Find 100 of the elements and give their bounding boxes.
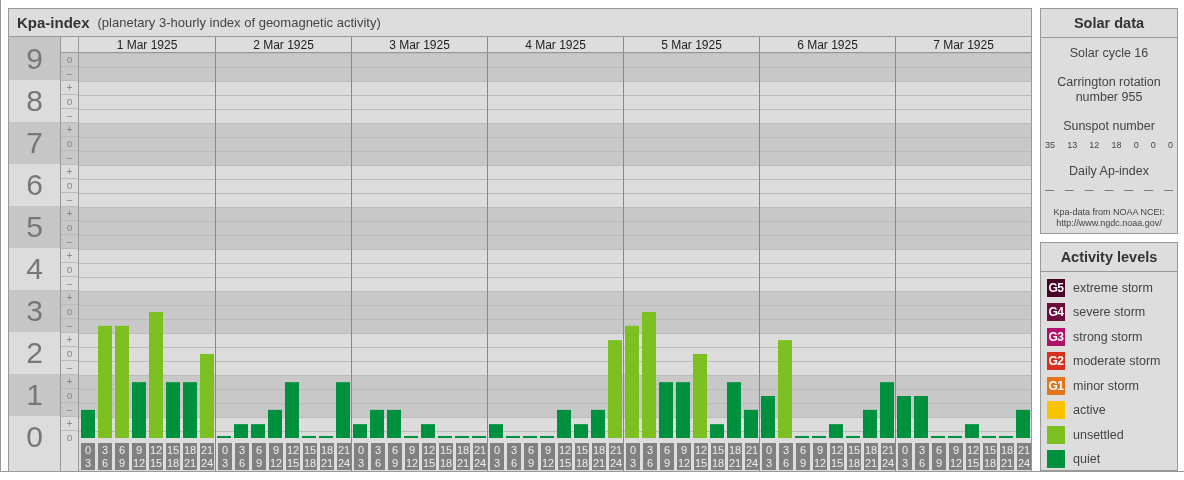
hour-label: 0 3 [626, 443, 640, 470]
hour-label: 3 6 [371, 443, 385, 470]
level-swatch: G1 [1047, 376, 1065, 395]
hour-label: 9 12 [949, 443, 963, 470]
panel-title: Activity levels [1041, 242, 1177, 272]
day-label: 7 Mar 1925 [933, 37, 994, 52]
sunspot-value: 13 [1067, 140, 1078, 150]
source-note: Kpa-data from NOAA NCEI: [1053, 207, 1165, 218]
hour-label: 0 3 [81, 443, 95, 470]
level-label: unsettled [1073, 427, 1124, 442]
hour-label: 9 12 [269, 443, 283, 470]
day-label: 2 Mar 1925 [253, 37, 314, 52]
level-swatch: G2 [1047, 352, 1065, 370]
axis-label: 1 [9, 374, 60, 416]
hour-label: 18 21 [592, 443, 606, 470]
hour-label: 3 6 [915, 443, 929, 470]
tick-mark: + [61, 333, 78, 347]
hour-label: 21 24 [609, 443, 623, 470]
tick-mark: + [61, 123, 78, 137]
hour-label: 9 12 [132, 443, 146, 470]
ap-value: — [1144, 185, 1154, 195]
tick-mark: – [61, 403, 78, 417]
level-swatch: G5 [1047, 278, 1065, 297]
hour-label: 15 18 [983, 443, 997, 470]
sunspot-value: 0 [1133, 140, 1139, 150]
hour-label: 9 12 [813, 443, 827, 470]
hour-label: 0 3 [898, 443, 912, 470]
hour-label: 3 6 [643, 443, 657, 470]
tick-mark: + [61, 207, 78, 221]
day-label: 3 Mar 1925 [389, 37, 450, 52]
level-swatch: G4 [1047, 303, 1065, 321]
ap-value: — [1163, 185, 1173, 195]
tick-mark: + [61, 375, 78, 389]
hour-label: 3 6 [235, 443, 249, 470]
level-label: extreme storm [1073, 280, 1153, 295]
axis-label: 3 [9, 290, 60, 332]
ap-value: — [1064, 185, 1074, 195]
hour-label: 21 24 [337, 443, 351, 470]
level-label: moderate storm [1073, 354, 1161, 368]
hour-label: 3 6 [507, 443, 521, 470]
hour-label: 15 18 [847, 443, 861, 470]
level-label: minor storm [1073, 378, 1139, 393]
level-swatch: G3 [1047, 327, 1065, 346]
level-label: active [1073, 403, 1106, 417]
hour-label: 3 6 [98, 443, 112, 470]
panel-title: Solar data [1041, 9, 1177, 38]
solar-cycle: Solar cycle 16 [1069, 46, 1149, 61]
sunspot-heading: Sunspot number [1063, 119, 1155, 134]
day-label: 4 Mar 1925 [525, 37, 586, 52]
hour-label: 21 24 [881, 443, 895, 470]
hour-label: 6 9 [388, 443, 402, 470]
hour-label: 12 15 [286, 443, 300, 470]
hour-label: 18 21 [1000, 443, 1014, 470]
tick-mark: – [61, 319, 78, 333]
hour-label: 0 3 [490, 443, 504, 470]
ap-value: — [1084, 185, 1094, 195]
axis-label: 5 [9, 206, 60, 248]
hour-label: 9 12 [677, 443, 691, 470]
hour-label: 21 24 [1017, 443, 1031, 470]
hour-label: 12 15 [694, 443, 708, 470]
hour-label: 18 21 [456, 443, 470, 470]
hour-label: 6 9 [932, 443, 946, 470]
level-label: strong storm [1073, 329, 1143, 344]
hour-label: 0 3 [218, 443, 232, 470]
hour-label: 18 21 [864, 443, 878, 470]
hour-label: 0 3 [354, 443, 368, 470]
tick-mark: + [61, 81, 78, 95]
hour-label: 6 9 [660, 443, 674, 470]
ap-value: — [1045, 185, 1054, 195]
hour-label: 21 24 [200, 443, 214, 470]
level-label: severe storm [1073, 305, 1146, 319]
day-label: 1 Mar 1925 [116, 37, 178, 52]
hour-label: 15 18 [303, 443, 317, 470]
source-url: http://www.ngdc.noaa.gov/ [1056, 218, 1162, 229]
hour-label: 6 9 [115, 443, 129, 470]
tick-mark: + [61, 165, 78, 179]
day-label: 5 Mar 1925 [661, 37, 722, 52]
day-label: 6 Mar 1925 [797, 37, 858, 52]
hour-label: 3 6 [779, 443, 793, 470]
hour-label: 12 15 [830, 443, 844, 470]
hour-label: 6 9 [252, 443, 266, 470]
hour-label: 12 15 [422, 443, 436, 470]
chart-title: Kpa-index [17, 14, 90, 31]
tick-mark: + [61, 417, 78, 431]
sunspot-value: 18 [1111, 140, 1122, 150]
tick-mark: – [61, 151, 78, 165]
ap-heading: Daily Ap-index [1069, 164, 1149, 179]
sunspot-value: 0 [1150, 140, 1156, 150]
hour-label: 9 12 [405, 443, 419, 470]
hour-label: 0 3 [762, 443, 776, 470]
hour-label: 12 15 [966, 443, 980, 470]
carrington-rotation: Carrington rotation number 955 [1056, 75, 1162, 105]
hour-label: 12 15 [149, 443, 163, 470]
sunspot-value: 35 [1045, 140, 1055, 150]
hour-label: 18 21 [320, 443, 334, 470]
axis-label: 9 [9, 37, 60, 80]
tick-mark: + [61, 249, 78, 263]
tick-mark: + [61, 291, 78, 305]
hour-label: 6 9 [524, 443, 538, 470]
hour-label: 6 9 [796, 443, 810, 470]
